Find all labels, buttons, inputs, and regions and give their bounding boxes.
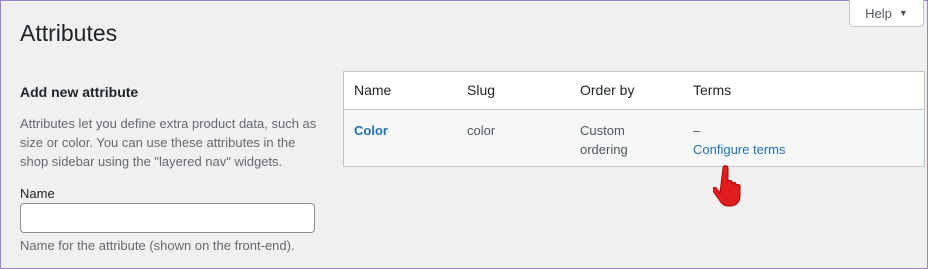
section-title: Add new attribute bbox=[20, 84, 139, 100]
name-hint: Name for the attribute (shown on the fro… bbox=[20, 238, 295, 253]
attribute-name-link[interactable]: Color bbox=[354, 121, 388, 140]
attributes-table: Name Slug Order by Terms Color color Cus… bbox=[343, 71, 925, 167]
column-header-name[interactable]: Name bbox=[354, 82, 391, 98]
terms-cell: – Configure terms bbox=[693, 121, 785, 159]
attribute-order-by: Custom ordering bbox=[580, 123, 628, 157]
name-input[interactable] bbox=[20, 203, 315, 233]
table-header: Name Slug Order by Terms bbox=[344, 72, 924, 110]
hand-pointer-icon bbox=[712, 164, 757, 210]
help-label: Help bbox=[865, 5, 892, 21]
column-header-terms[interactable]: Terms bbox=[693, 82, 731, 98]
add-attribute-form: Add new attribute Attributes let you def… bbox=[20, 84, 325, 253]
help-button[interactable]: Help ▼ bbox=[849, 0, 924, 27]
name-label: Name bbox=[20, 186, 55, 201]
terms-placeholder: – bbox=[693, 123, 701, 138]
attribute-slug: color bbox=[467, 123, 496, 138]
configure-terms-link[interactable]: Configure terms bbox=[693, 140, 785, 159]
caret-down-icon: ▼ bbox=[898, 8, 908, 18]
page-title: Attributes bbox=[20, 20, 118, 46]
form-description: Attributes let you define extra product … bbox=[20, 116, 317, 169]
column-header-slug[interactable]: Slug bbox=[467, 82, 495, 98]
column-header-order-by[interactable]: Order by bbox=[580, 82, 634, 98]
